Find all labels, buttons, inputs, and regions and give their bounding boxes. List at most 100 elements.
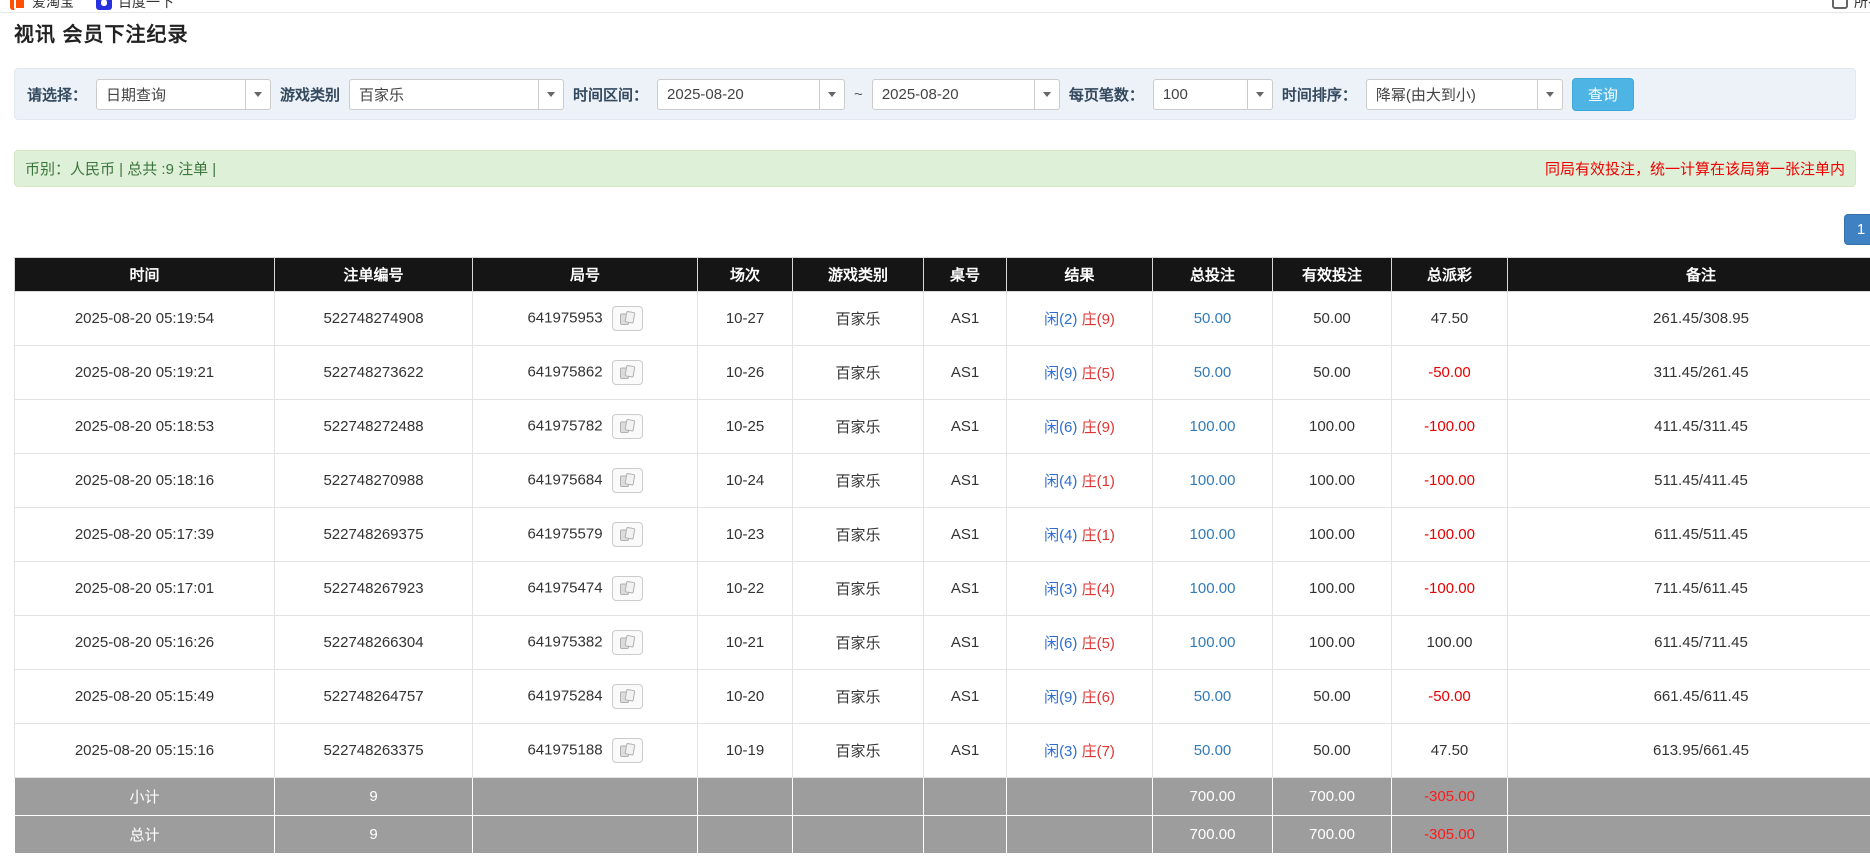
valid-bet-cell: 50.00 — [1273, 346, 1392, 400]
round-number: 641975188 — [527, 741, 602, 758]
bookmark-aitaobao[interactable]: 爱淘宝 — [10, 0, 74, 12]
remark-cell: 511.45/411.45 — [1508, 454, 1870, 508]
col-header-remark: 备注 — [1508, 258, 1870, 292]
view-cards-button[interactable] — [612, 468, 643, 493]
query-type-input[interactable] — [96, 79, 246, 110]
query-type-dropdown-button[interactable] — [246, 79, 271, 110]
total-bet-cell[interactable]: 50.00 — [1153, 724, 1273, 778]
empty-cell — [924, 816, 1007, 854]
banker-result: 庄(5) — [1082, 365, 1115, 382]
remark-cell: 613.95/661.45 — [1508, 724, 1870, 778]
subtotal-label: 小计 — [15, 778, 275, 816]
total-bet-cell[interactable]: 100.00 — [1153, 454, 1273, 508]
table-header-row: 时间 注单编号 局号 场次 游戏类别 桌号 结果 总投注 有效投注 总派彩 备注 — [15, 258, 1870, 292]
search-button[interactable]: 查询 — [1572, 78, 1634, 111]
query-type-combo — [96, 79, 271, 110]
total-label: 总计 — [15, 816, 275, 854]
sort-order-input[interactable] — [1366, 79, 1538, 110]
filter-bar: 请选择： 游戏类别 时间区间： ~ 每页笔数： 时间排序： 查询 — [14, 68, 1856, 120]
round-cell: 641975684 — [473, 454, 698, 508]
round-cell: 641975382 — [473, 616, 698, 670]
total-row: 总计 9 700.00 700.00 -305.00 — [15, 816, 1870, 854]
page-size-dropdown-button[interactable] — [1248, 79, 1273, 110]
game-type-cell: 百家乐 — [793, 292, 924, 346]
round-number: 641975684 — [527, 471, 602, 488]
player-result: 闲(4) — [1044, 527, 1077, 544]
time-cell: 2025-08-20 05:18:53 — [15, 400, 275, 454]
bookmark-baidu[interactable]: 百度一下 — [96, 0, 174, 12]
table-row: 2025-08-20 05:17:39522748269375641975579… — [15, 508, 1870, 562]
chevron-down-icon — [1043, 92, 1051, 97]
view-cards-button[interactable] — [612, 306, 643, 331]
session-cell: 10-21 — [698, 616, 793, 670]
time-cell: 2025-08-20 05:19:54 — [15, 292, 275, 346]
total-bet-cell[interactable]: 100.00 — [1153, 400, 1273, 454]
total-bet-cell[interactable]: 100.00 — [1153, 508, 1273, 562]
valid-bet-cell: 100.00 — [1273, 400, 1392, 454]
col-header-round: 局号 — [473, 258, 698, 292]
game-type-dropdown-button[interactable] — [539, 79, 564, 110]
total-bet-cell[interactable]: 100.00 — [1153, 562, 1273, 616]
session-cell: 10-19 — [698, 724, 793, 778]
bookmarks-all-button[interactable]: 所有 — [1832, 0, 1870, 12]
bet-id-cell: 522748267923 — [275, 562, 473, 616]
empty-cell — [1007, 816, 1153, 854]
player-result: 闲(3) — [1044, 743, 1077, 760]
table-no-cell: AS1 — [924, 562, 1007, 616]
view-cards-button[interactable] — [612, 522, 643, 547]
view-cards-button[interactable] — [612, 360, 643, 385]
result-cell: 闲(9) 庄(6) — [1007, 670, 1153, 724]
date-from-dropdown-button[interactable] — [820, 79, 845, 110]
table-row: 2025-08-20 05:15:16522748263375641975188… — [15, 724, 1870, 778]
game-type-cell: 百家乐 — [793, 400, 924, 454]
table-row: 2025-08-20 05:19:21522748273622641975862… — [15, 346, 1870, 400]
view-cards-button[interactable] — [612, 738, 643, 763]
bet-id-cell: 522748269375 — [275, 508, 473, 562]
table-row: 2025-08-20 05:17:01522748267923641975474… — [15, 562, 1870, 616]
player-result: 闲(2) — [1044, 311, 1077, 328]
remark-cell: 311.45/261.45 — [1508, 346, 1870, 400]
payout-cell: -50.00 — [1392, 346, 1508, 400]
browser-bookmarks-bar: 爱淘宝 百度一下 所有 — [0, 0, 1870, 13]
table-row: 2025-08-20 05:18:16522748270988641975684… — [15, 454, 1870, 508]
table-row: 2025-08-20 05:15:49522748264757641975284… — [15, 670, 1870, 724]
date-to-input[interactable] — [872, 79, 1035, 110]
empty-cell — [924, 778, 1007, 816]
page-size-input[interactable] — [1153, 79, 1248, 110]
round-number: 641975782 — [527, 417, 602, 434]
round-cell: 641975474 — [473, 562, 698, 616]
empty-cell — [1508, 816, 1870, 854]
view-cards-button[interactable] — [612, 414, 643, 439]
banker-result: 庄(9) — [1082, 311, 1115, 328]
bet-id-cell: 522748266304 — [275, 616, 473, 670]
game-type-cell: 百家乐 — [793, 670, 924, 724]
total-bet-cell[interactable]: 50.00 — [1153, 670, 1273, 724]
total-bet-cell[interactable]: 100.00 — [1153, 616, 1273, 670]
session-cell: 10-25 — [698, 400, 793, 454]
game-type-label: 游戏类别 — [280, 84, 340, 105]
date-to-dropdown-button[interactable] — [1035, 79, 1060, 110]
game-type-input[interactable] — [349, 79, 539, 110]
remark-cell: 611.45/711.45 — [1508, 616, 1870, 670]
round-number: 641975284 — [527, 687, 602, 704]
payout-cell: 100.00 — [1392, 616, 1508, 670]
pagination: 1 — [0, 214, 1870, 245]
total-bet-cell[interactable]: 50.00 — [1153, 346, 1273, 400]
banker-result: 庄(1) — [1082, 527, 1115, 544]
col-header-session: 场次 — [698, 258, 793, 292]
sort-order-dropdown-button[interactable] — [1538, 79, 1563, 110]
table-body: 2025-08-20 05:19:54522748274908641975953… — [15, 292, 1870, 778]
round-number: 641975862 — [527, 363, 602, 380]
remark-cell: 661.45/611.45 — [1508, 670, 1870, 724]
banker-result: 庄(6) — [1082, 689, 1115, 706]
game-type-cell: 百家乐 — [793, 508, 924, 562]
view-cards-button[interactable] — [612, 576, 643, 601]
chevron-down-icon — [547, 92, 555, 97]
pagination-page-1-button[interactable]: 1 — [1844, 214, 1870, 245]
view-cards-button[interactable] — [612, 684, 643, 709]
view-cards-button[interactable] — [612, 630, 643, 655]
table-no-cell: AS1 — [924, 292, 1007, 346]
date-from-input[interactable] — [657, 79, 820, 110]
bookmark-label: 爱淘宝 — [32, 0, 74, 12]
total-bet-cell[interactable]: 50.00 — [1153, 292, 1273, 346]
